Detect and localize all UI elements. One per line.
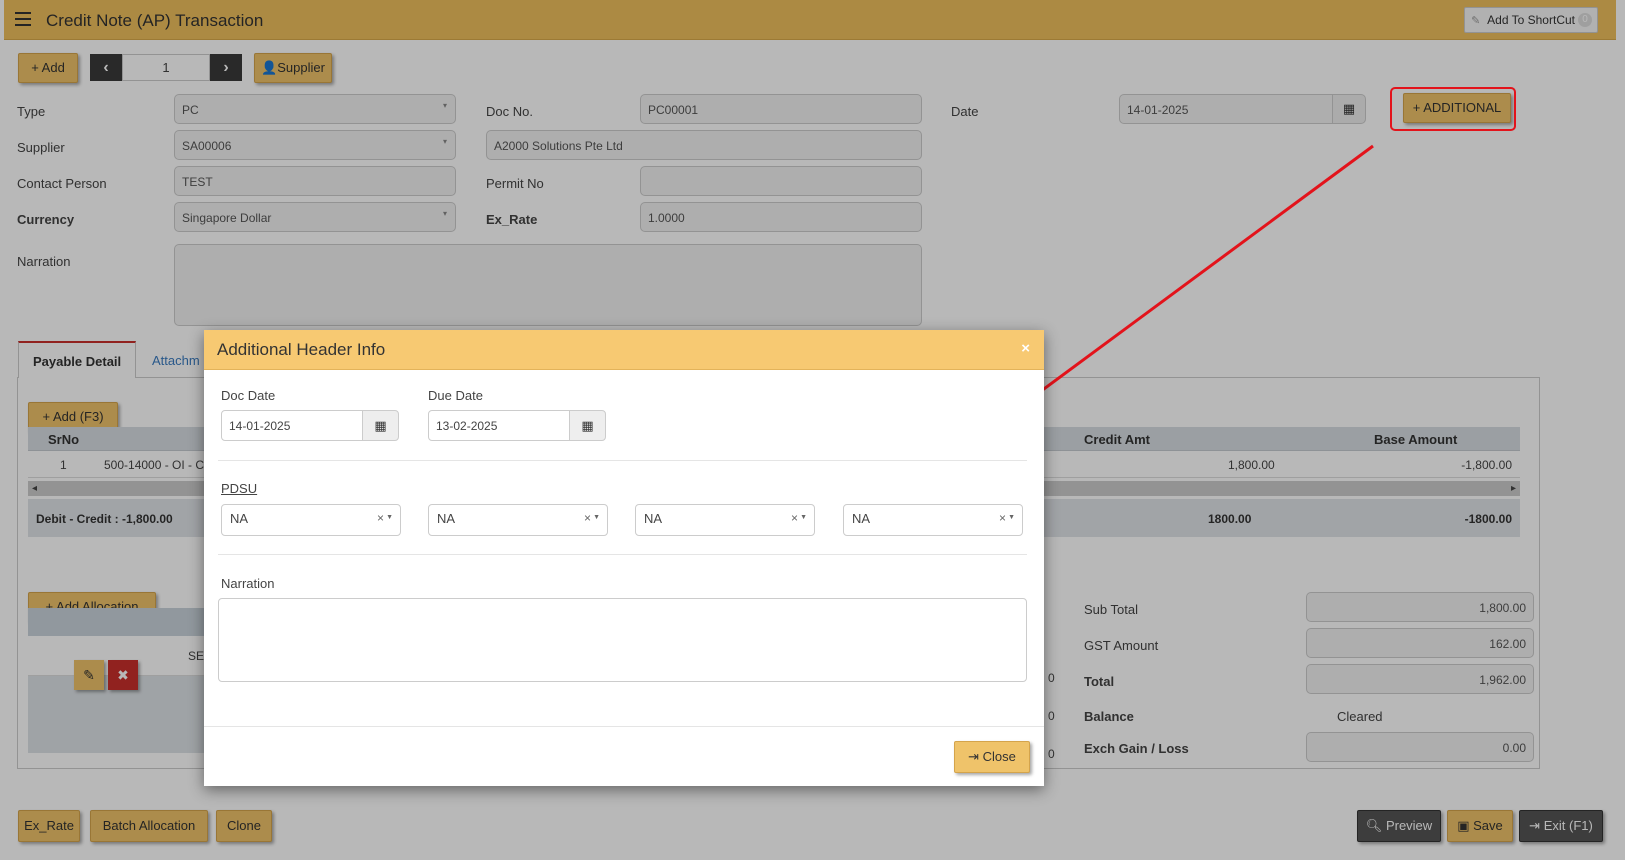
annotation-highlight-box — [1390, 87, 1516, 131]
calendar-icon[interactable]: ▦ — [362, 410, 399, 441]
pdsu-value: NA — [852, 511, 871, 526]
clear-icon[interactable]: × — [999, 511, 1006, 525]
divider — [218, 460, 1027, 461]
modal-header: Additional Header Info × — [204, 330, 1044, 370]
clear-icon[interactable]: × — [584, 511, 591, 525]
doc-date-input[interactable]: 14-01-2025 — [221, 410, 363, 441]
allocation-edge-digit: 0 — [1048, 709, 1055, 723]
close-button[interactable]: ⇥ Close — [954, 741, 1030, 773]
pdsu-select-1[interactable]: NA × ▼ — [221, 504, 401, 536]
close-label: Close — [982, 749, 1016, 764]
modal-narration-label: Narration — [221, 576, 275, 591]
close-icon[interactable]: × — [1021, 340, 1030, 357]
clear-icon[interactable]: × — [377, 511, 384, 525]
chevron-down-icon: ▼ — [800, 514, 807, 521]
allocation-edge-digit: 0 — [1048, 671, 1055, 685]
sign-out-icon: ⇥ — [968, 749, 980, 764]
pdsu-select-2[interactable]: NA × ▼ — [428, 504, 608, 536]
due-date-input[interactable]: 13-02-2025 — [428, 410, 570, 441]
allocation-edge-digit: 0 — [1048, 747, 1055, 761]
pdsu-select-3[interactable]: NA × ▼ — [635, 504, 815, 536]
modal-title: Additional Header Info — [217, 340, 386, 359]
calendar-icon[interactable]: ▦ — [569, 410, 606, 441]
doc-date-label: Doc Date — [221, 388, 276, 403]
chevron-down-icon: ▼ — [1008, 514, 1015, 521]
pdsu-value: NA — [644, 511, 663, 526]
due-date-label: Due Date — [428, 388, 483, 403]
pdsu-label[interactable]: PDSU — [221, 481, 257, 496]
modal-footer-divider — [204, 726, 1044, 727]
pdsu-value: NA — [230, 511, 249, 526]
chevron-down-icon: ▼ — [593, 514, 600, 521]
modal-narration-textarea[interactable] — [218, 598, 1027, 682]
chevron-down-icon: ▼ — [386, 514, 393, 521]
additional-header-info-modal: Additional Header Info × Doc Date 14-01-… — [204, 330, 1044, 786]
clear-icon[interactable]: × — [791, 511, 798, 525]
pdsu-select-4[interactable]: NA × ▼ — [843, 504, 1023, 536]
divider — [218, 554, 1027, 555]
pdsu-value: NA — [437, 511, 456, 526]
